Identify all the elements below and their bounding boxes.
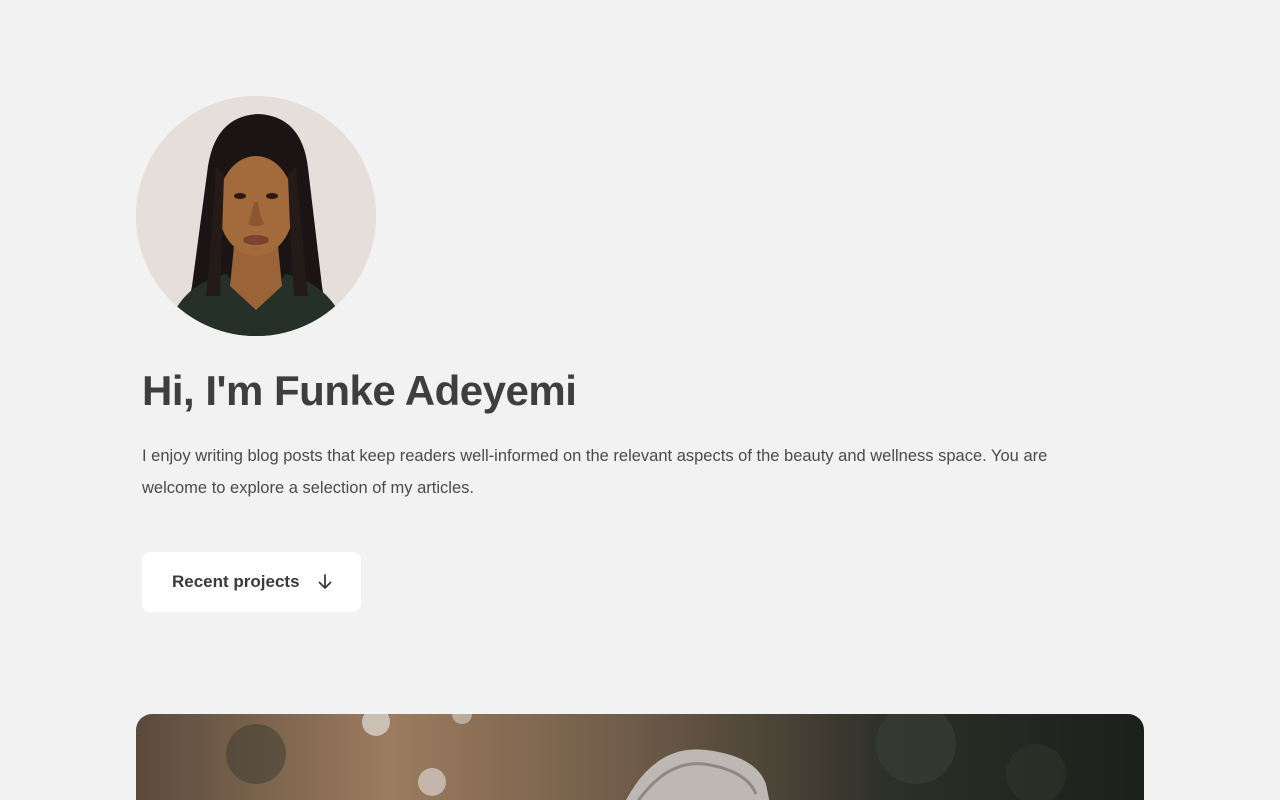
portfolio-page: Hi, I'm Funke Adeyemi I enjoy writing bl… — [0, 0, 1280, 800]
intro-text: I enjoy writing blog posts that keep rea… — [142, 447, 1048, 497]
arrow-down-icon — [316, 573, 334, 591]
page-title: Hi, I'm Funke Adeyemi — [142, 367, 577, 414]
profile-photo-icon — [136, 96, 376, 336]
featured-image-icon — [136, 714, 1144, 800]
featured-project-image[interactable] — [136, 714, 1144, 800]
recent-projects-button[interactable]: Recent projects — [142, 552, 361, 612]
recent-projects-label: Recent projects — [172, 572, 300, 591]
avatar — [136, 96, 376, 336]
